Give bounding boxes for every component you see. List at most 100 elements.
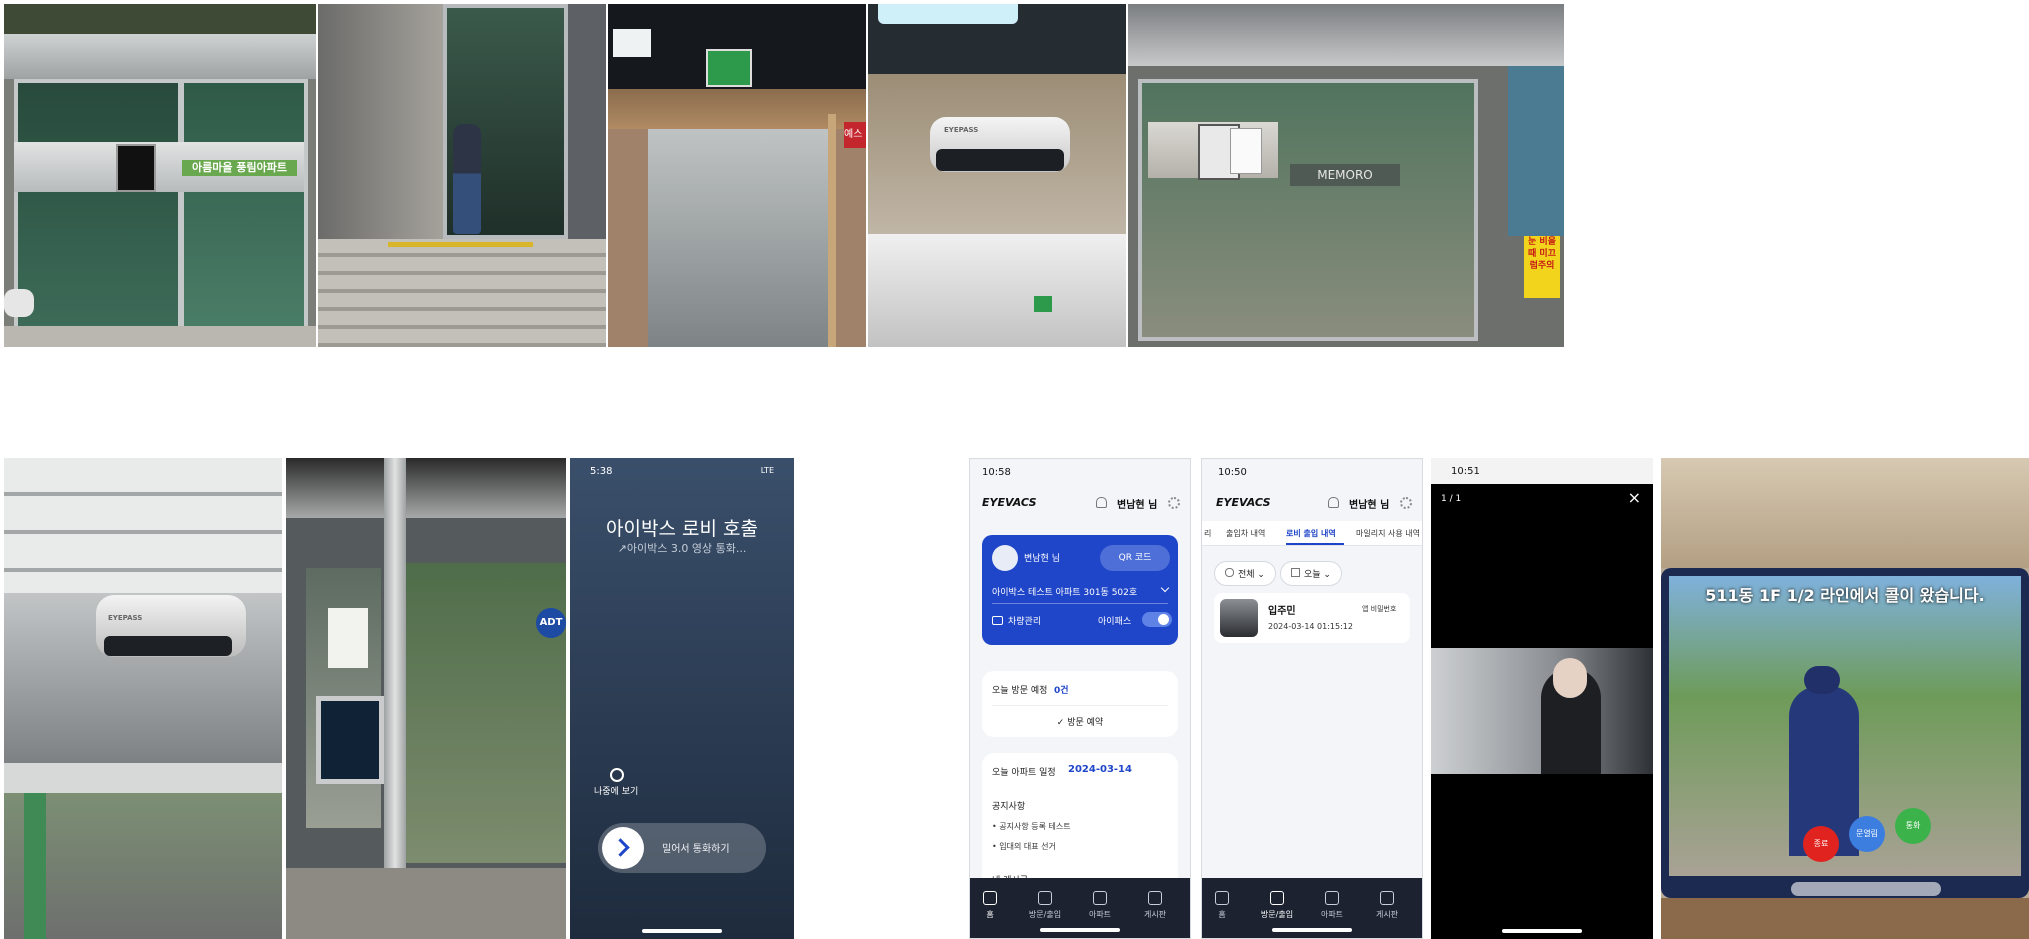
- car-icon: [992, 616, 1003, 625]
- filter-all[interactable]: 전체 ⌄: [1214, 561, 1276, 586]
- visit-card: 오늘 방문 예정 0건 ✓ 방문 예약: [982, 671, 1178, 737]
- visit-reserve-button[interactable]: ✓ 방문 예약: [982, 715, 1178, 728]
- close-button[interactable]: ×: [1628, 488, 1641, 507]
- chevron-down-icon: ⌄: [1254, 570, 1265, 580]
- eyepass-brand: EYEPASS: [944, 126, 979, 134]
- photo-light-strip: [878, 4, 1018, 24]
- later-label[interactable]: 나중에 보기: [594, 784, 638, 797]
- gear-icon[interactable]: [1400, 497, 1412, 509]
- avatar: [992, 545, 1018, 571]
- chevron-down-icon: ⌄: [1320, 570, 1331, 580]
- address[interactable]: 아이박스 테스트 아파트 301동 502호: [992, 585, 1137, 598]
- photo-person: [453, 124, 481, 234]
- tab-board[interactable]: 게시판: [1357, 891, 1417, 920]
- calendar-icon: [1291, 568, 1300, 577]
- home-indicator: [1272, 928, 1352, 932]
- filter-today-label: 오늘: [1304, 570, 1321, 580]
- bell-icon[interactable]: [1096, 497, 1107, 508]
- photo-desk: [1661, 898, 2029, 939]
- photo-keypad: [316, 696, 384, 784]
- photo-door-edge: [828, 114, 836, 347]
- photo-trees-glass: [406, 563, 566, 863]
- gear-icon[interactable]: [1168, 497, 1180, 509]
- notice-item[interactable]: • 공지사항 등록 테스트: [992, 821, 1071, 832]
- home-icon: [1215, 891, 1229, 905]
- eyepass-toggle[interactable]: [1142, 612, 1172, 627]
- tablet-video: [1669, 576, 2021, 876]
- slide-to-answer-track[interactable]: 밀어서 통화하기: [598, 823, 766, 873]
- notice-title[interactable]: 공지사항: [992, 799, 1025, 812]
- tab-apartment[interactable]: 아파트: [1302, 891, 1362, 920]
- camera-snapshot: [1431, 648, 1653, 774]
- home-indicator: [1502, 929, 1582, 933]
- home-icon: [983, 891, 997, 905]
- tab-apartment[interactable]: 아파트: [1070, 891, 1130, 920]
- tab-partial[interactable]: 리: [1204, 528, 1211, 539]
- snapshot-face: [1553, 658, 1587, 698]
- visit-divider: [992, 705, 1168, 706]
- tab-board[interactable]: 게시판: [1125, 891, 1185, 920]
- home-indicator: [1040, 928, 1120, 932]
- photo-canopy-top: [4, 458, 282, 593]
- home-indicator: [642, 929, 722, 933]
- header-user[interactable]: 변남현 님: [1349, 496, 1389, 511]
- tab-visit[interactable]: 방문/출입: [1247, 891, 1307, 920]
- tablet-dock: [1791, 882, 1941, 896]
- tab-mileage[interactable]: 마일리지 사용 내역: [1356, 528, 1420, 539]
- talk-button[interactable]: 통화: [1895, 808, 1931, 844]
- photo-yellow-line: [388, 242, 533, 247]
- chevron-right-icon: [611, 838, 630, 857]
- phone-eyevacs-home: 10:58 EYEVACS 변남현 님 변남현 님 QR 코드 아이박스 테스트…: [969, 458, 1191, 939]
- building-icon: [1325, 891, 1339, 905]
- vehicle-label[interactable]: 차량관리: [1008, 614, 1041, 627]
- photo-glass-entrance: 아름마을 풍림아파트: [4, 4, 316, 347]
- qr-button[interactable]: QR 코드: [1100, 545, 1170, 571]
- photo-exit-sign-2: [1034, 296, 1052, 312]
- eyepass-label: 아이패스: [1098, 617, 1132, 627]
- tab-label: 게시판: [1375, 910, 1399, 919]
- photo-glass-left: [14, 79, 182, 332]
- log-tabs: 리 출입차 내역 로비 출입 내역 마일리지 사용 내역: [1202, 521, 1422, 546]
- toggle-knob: [1158, 614, 1169, 625]
- photo-chair: [4, 289, 34, 317]
- call-title: 아이박스 로비 호출: [606, 518, 758, 540]
- slide-handle[interactable]: [602, 827, 644, 869]
- log-entry[interactable]: 입주민 앱 비밀번호 2024-03-14 01:15:12: [1214, 593, 1410, 643]
- bell-icon[interactable]: [1328, 497, 1339, 508]
- entry-time: 2024-03-14 01:15:12: [1268, 622, 1353, 631]
- call-subtitle: ↗아이박스 3.0 영상 통화...: [617, 542, 747, 555]
- chevron-down-icon[interactable]: [1160, 583, 1170, 593]
- notice-item[interactable]: • 입대의 대표 선거: [992, 841, 1056, 852]
- app-logo: EYEVACS: [1216, 496, 1271, 509]
- photo-canopy: [4, 4, 316, 34]
- active-tab-indicator: [1286, 543, 1344, 545]
- photo-glass-panel: [648, 129, 833, 347]
- end-call-button[interactable]: 종료: [1803, 826, 1839, 862]
- status-time: 5:38: [590, 466, 613, 477]
- tab-visit[interactable]: 방문/출입: [1015, 891, 1075, 920]
- filter-all-label: 전체: [1238, 570, 1255, 580]
- filter-today[interactable]: 오늘 ⌄: [1280, 561, 1342, 586]
- entry-thumbnail: [1220, 599, 1258, 637]
- photo-keypad-door: ADT: [286, 458, 566, 939]
- door-open-button[interactable]: 문열림: [1849, 816, 1885, 852]
- tab-lobby-log[interactable]: 로비 출입 내역: [1286, 528, 1336, 539]
- tab-car-log[interactable]: 출입차 내역: [1226, 528, 1265, 539]
- photo-tablet-call: 511동 1F 1/2 라인에서 콜이 왔습니다. 종료 문열림 통화: [1661, 458, 2029, 939]
- video-cap: [1804, 666, 1840, 694]
- photo-wood-wall: [1661, 458, 2029, 568]
- tab-home[interactable]: 홈: [970, 891, 1020, 920]
- alarm-icon[interactable]: [610, 768, 624, 782]
- photo-exit-sign-partial: 예스: [844, 122, 866, 148]
- visit-title: 오늘 방문 예정: [992, 686, 1048, 696]
- board-icon: [1148, 891, 1162, 905]
- photo-metal-pillar: [384, 458, 406, 939]
- header-user[interactable]: 변남현 님: [1117, 496, 1157, 511]
- tab-label: 홈: [1218, 910, 1226, 919]
- entry-method: 앱 비밀번호: [1362, 605, 1397, 613]
- status-time-2: 10:58: [982, 467, 1011, 478]
- eyepass-brand-2: EYEPASS: [108, 614, 143, 622]
- tab-home[interactable]: 홈: [1202, 891, 1252, 920]
- photo-floor-2: [286, 868, 566, 939]
- photo-device-closeup: EYEPASS: [4, 458, 282, 939]
